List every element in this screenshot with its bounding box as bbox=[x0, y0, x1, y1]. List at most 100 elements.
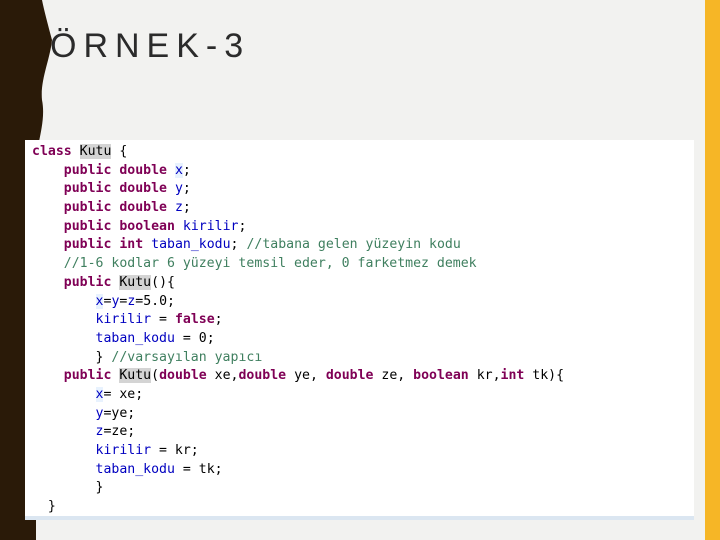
code-token: ; bbox=[238, 218, 247, 234]
code-token-field: taban_kodu bbox=[151, 237, 231, 253]
code-token: =5.0; bbox=[135, 293, 175, 309]
code-token-kw: double bbox=[238, 368, 287, 384]
code-line: } bbox=[32, 479, 564, 498]
code-token-hl: Kutu bbox=[79, 144, 112, 159]
code-token-field: taban_kodu bbox=[95, 461, 175, 477]
code-token: xe, bbox=[206, 368, 239, 384]
code-token: ; bbox=[230, 237, 247, 253]
code-token: ( bbox=[151, 368, 160, 384]
code-token-kw: double bbox=[159, 368, 207, 384]
code-token-field: kirilir bbox=[182, 218, 239, 234]
code-line: taban_kodu = tk; bbox=[32, 461, 564, 480]
code-token-kw: class bbox=[32, 144, 72, 159]
slide-title: ÖRNEK-3 bbox=[50, 27, 251, 65]
code-token: = 0; bbox=[174, 330, 215, 346]
code-line: public int taban_kodu; //tabana gelen yü… bbox=[32, 236, 564, 255]
code-token: = xe; bbox=[103, 386, 144, 402]
code-line: x=y=z=5.0; bbox=[32, 293, 564, 312]
code-token: ; bbox=[182, 162, 191, 178]
right-accent-bar bbox=[705, 0, 720, 540]
code-token-kw: double bbox=[119, 200, 167, 216]
code-line: taban_kodu = 0; bbox=[32, 330, 564, 349]
code-token-kw: double bbox=[325, 368, 374, 384]
code-token-field: taban_kodu bbox=[95, 330, 175, 346]
code-token: = tk; bbox=[174, 461, 223, 477]
code-token: ze, bbox=[373, 368, 414, 384]
code-token-hl: Kutu bbox=[119, 274, 152, 290]
code-token: =ze; bbox=[103, 424, 136, 440]
code-token-hl: Kutu bbox=[119, 368, 152, 384]
code-line: kirilir = kr; bbox=[32, 442, 564, 461]
code-token-kw: public bbox=[63, 274, 112, 290]
code-token-kw: public bbox=[63, 218, 112, 234]
code-token: (){ bbox=[151, 274, 175, 290]
code-token-kw: false bbox=[174, 312, 215, 328]
code-token-kw: public bbox=[63, 200, 112, 216]
code-token: ; bbox=[182, 200, 191, 216]
code-token: =ye; bbox=[103, 405, 136, 421]
code-line: public double y; bbox=[32, 180, 564, 199]
code-token: ; bbox=[182, 181, 191, 197]
code-line: z=ze; bbox=[32, 423, 564, 442]
code-token-field: z bbox=[174, 200, 183, 216]
code-block: class Kutu { public double x; public dou… bbox=[32, 143, 564, 517]
code-token-kw: public bbox=[63, 181, 112, 197]
code-token-kw: boolean bbox=[413, 368, 469, 384]
code-token: ; bbox=[214, 312, 223, 328]
code-token: kr, bbox=[468, 368, 501, 384]
code-line: } bbox=[32, 498, 564, 517]
code-token-field: kirilir bbox=[95, 312, 152, 328]
code-line: public double z; bbox=[32, 199, 564, 218]
code-line: y=ye; bbox=[32, 405, 564, 424]
code-token: = bbox=[151, 312, 175, 328]
code-token-field: y bbox=[174, 181, 183, 197]
code-token: ye, bbox=[286, 368, 326, 384]
code-token-kw: public bbox=[63, 368, 112, 384]
code-token: = kr; bbox=[151, 443, 199, 458]
code-token-kw: boolean bbox=[119, 218, 175, 234]
code-token-kw: public bbox=[63, 162, 112, 178]
code-line: x= xe; bbox=[32, 386, 564, 405]
code-line: public Kutu(){ bbox=[32, 274, 564, 293]
code-token-cmt: //tabana gelen yüzeyin kodu bbox=[246, 237, 461, 253]
code-token: } bbox=[32, 499, 56, 515]
code-line: //1-6 kodlar 6 yüzeyi temsil eder, 0 far… bbox=[32, 255, 564, 274]
code-token: } bbox=[32, 480, 104, 496]
code-line: public boolean kirilir; bbox=[32, 218, 564, 237]
code-token-kw: double bbox=[119, 181, 167, 197]
code-line: class Kutu { bbox=[32, 143, 564, 162]
code-token: tk){ bbox=[524, 368, 565, 384]
code-line: } //varsayılan yapıcı bbox=[32, 349, 564, 368]
code-token-cmt: //1-6 kodlar 6 yüzeyi temsil eder, 0 far… bbox=[63, 256, 477, 272]
code-token-field: kirilir bbox=[95, 443, 152, 458]
code-token-kw: int bbox=[500, 368, 525, 384]
code-line: public double x; bbox=[32, 162, 564, 181]
code-token: } bbox=[32, 349, 112, 365]
code-panel: class Kutu { public double x; public dou… bbox=[25, 140, 694, 520]
code-line: kirilir = false; bbox=[32, 311, 564, 330]
code-token-kw: int bbox=[119, 237, 144, 253]
code-token-kw: public bbox=[63, 237, 112, 253]
code-token-field: x bbox=[174, 162, 183, 178]
code-token-cmt: //varsayılan yapıcı bbox=[111, 349, 263, 365]
